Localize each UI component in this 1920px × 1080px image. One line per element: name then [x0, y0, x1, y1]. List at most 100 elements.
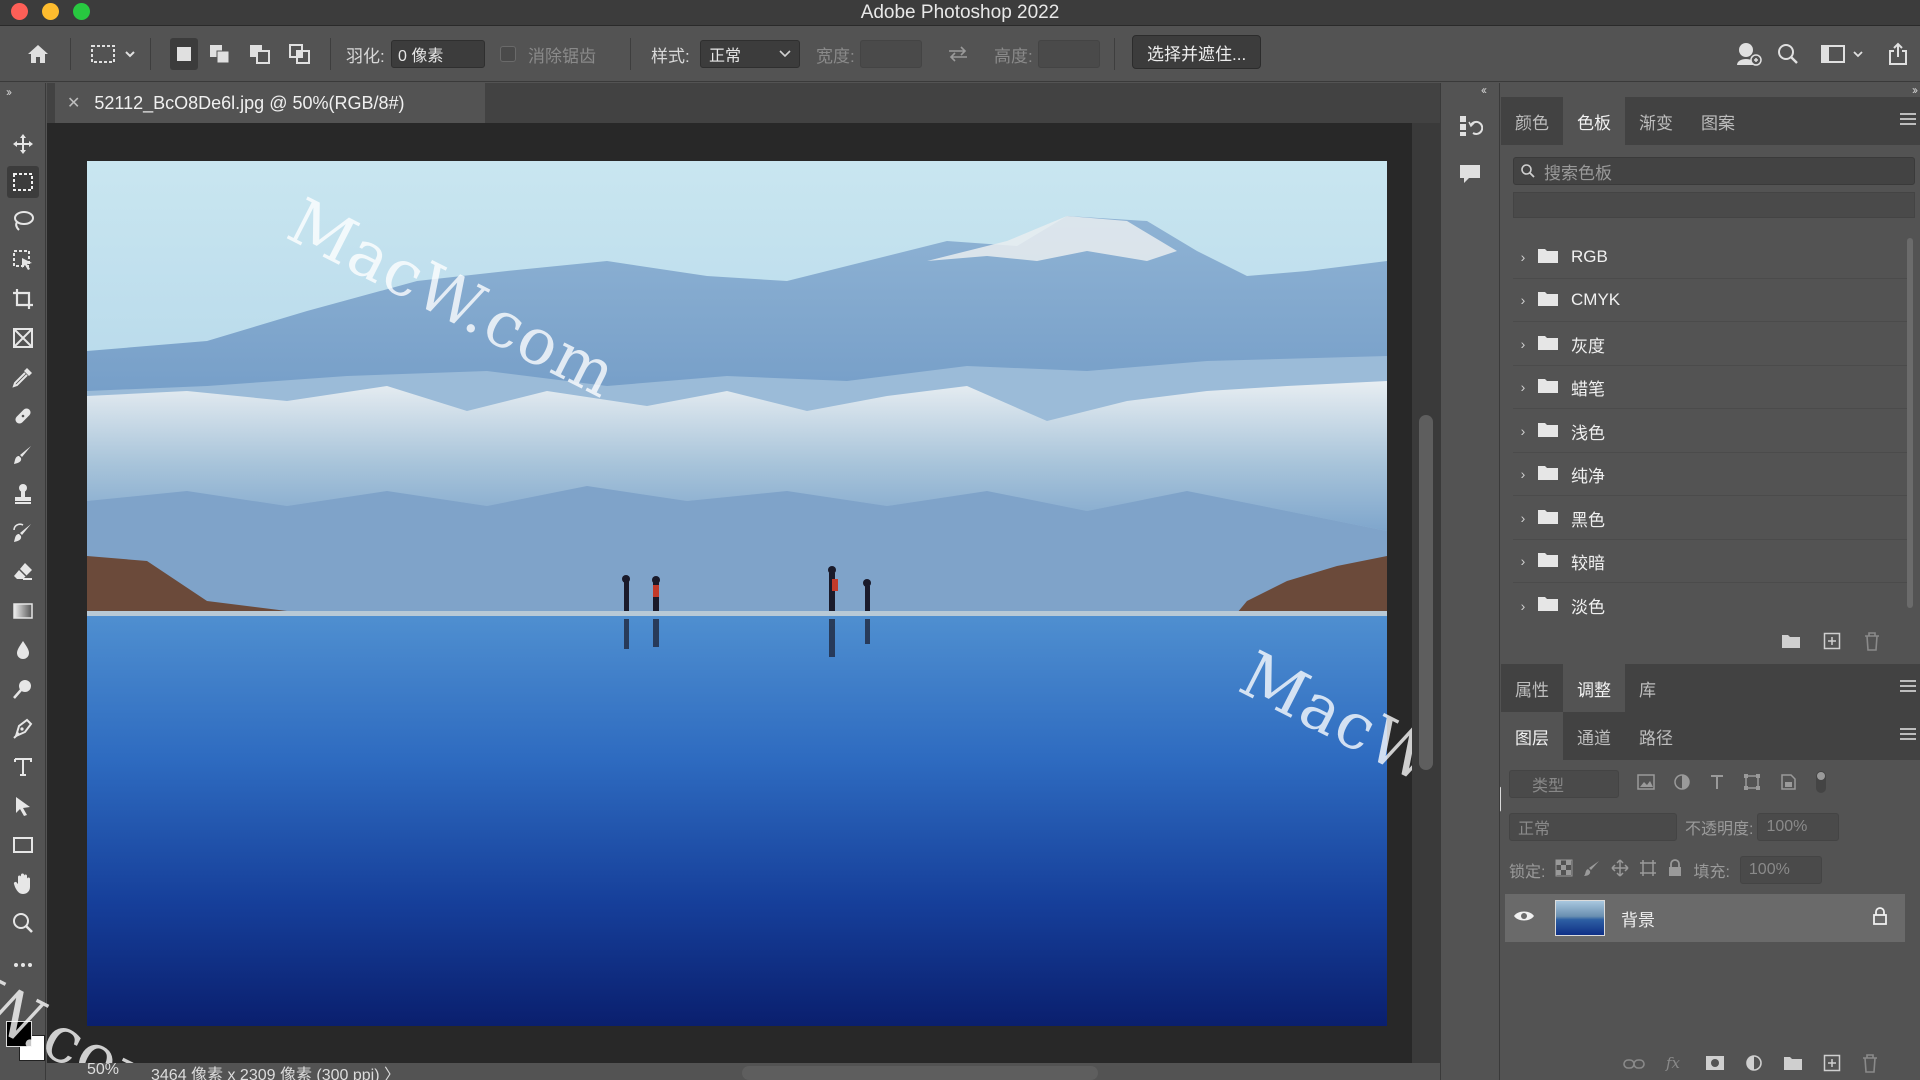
new-layer-button[interactable]: [1823, 1054, 1841, 1077]
swap-dimensions-button[interactable]: [946, 38, 970, 70]
tab-swatches[interactable]: 色板: [1563, 97, 1625, 145]
swatch-group-pale[interactable]: › 淡色: [1513, 584, 1913, 627]
path-selection-tool[interactable]: [7, 790, 39, 822]
new-group-layer-button[interactable]: [1783, 1055, 1803, 1076]
collapse-dock-icon[interactable]: ‹‹: [1481, 83, 1487, 97]
comments-panel-button[interactable]: [1457, 161, 1483, 192]
zoom-level[interactable]: 50%: [87, 1061, 119, 1079]
zoom-tool[interactable]: [7, 907, 39, 939]
document-dimensions[interactable]: 3464 像素 x 2309 像素 (300 ppi) 〉: [151, 1061, 400, 1080]
swatch-group-rgb[interactable]: › RGB: [1513, 236, 1913, 279]
visibility-eye-icon[interactable]: [1513, 908, 1535, 928]
feather-input[interactable]: 0 像素: [391, 40, 485, 68]
layer-name[interactable]: 背景: [1621, 906, 1655, 931]
swatch-search-field[interactable]: 搜索色板: [1513, 157, 1915, 185]
gradient-tool[interactable]: [7, 595, 39, 627]
tab-patterns[interactable]: 图案: [1687, 97, 1749, 145]
filter-toggle-icon[interactable]: [1815, 769, 1827, 800]
swatch-group-light[interactable]: › 浅色: [1513, 410, 1913, 453]
document-tab[interactable]: ✕ 52112_BcO8De6l.jpg @ 50%(RGB/8#): [55, 83, 485, 123]
hand-tool[interactable]: [7, 868, 39, 900]
brush-tool[interactable]: [7, 439, 39, 471]
recent-swatches-strip[interactable]: [1513, 192, 1915, 218]
tab-gradients[interactable]: 渐变: [1625, 97, 1687, 145]
close-document-icon[interactable]: ✕: [67, 93, 80, 113]
rectangular-marquee-tool[interactable]: [7, 166, 39, 198]
image-filter-icon[interactable]: [1637, 773, 1655, 795]
style-select[interactable]: 正常: [700, 40, 800, 68]
dodge-tool[interactable]: [7, 673, 39, 705]
fill-input[interactable]: 100%: [1739, 856, 1822, 884]
height-input[interactable]: [1038, 40, 1100, 68]
link-layers-button[interactable]: [1623, 1056, 1645, 1076]
layer-kind-filter[interactable]: 类型: [1509, 770, 1619, 798]
lock-pixels-icon[interactable]: [1583, 859, 1601, 882]
lock-transparency-icon[interactable]: [1555, 859, 1573, 882]
type-filter-icon[interactable]: [1709, 773, 1725, 796]
opacity-input[interactable]: 100%: [1757, 813, 1840, 841]
delete-swatch-button[interactable]: [1863, 631, 1881, 656]
lock-position-icon[interactable]: [1611, 858, 1629, 882]
vertical-scrollbar[interactable]: [1412, 123, 1440, 1063]
new-selection-button[interactable]: [170, 38, 198, 70]
horizontal-scroll-thumb[interactable]: [742, 1066, 1098, 1080]
tab-libraries[interactable]: 库: [1625, 664, 1670, 712]
type-tool[interactable]: [7, 751, 39, 783]
document-image[interactable]: [87, 161, 1387, 1026]
layer-row-background[interactable]: 背景: [1505, 894, 1905, 942]
select-and-mask-button[interactable]: 选择并遮住...: [1132, 35, 1262, 69]
eraser-tool[interactable]: [7, 556, 39, 588]
move-tool[interactable]: [7, 128, 39, 160]
vertical-scroll-thumb[interactable]: [1419, 415, 1433, 770]
tab-color[interactable]: 颜色: [1501, 97, 1563, 145]
crop-tool[interactable]: [7, 283, 39, 315]
lasso-tool[interactable]: [7, 205, 39, 237]
search-button[interactable]: [1776, 38, 1800, 70]
swatch-group-pastel[interactable]: › 蜡笔: [1513, 366, 1913, 409]
subtract-selection-button[interactable]: [248, 38, 272, 70]
new-swatch-button[interactable]: [1823, 632, 1841, 655]
add-to-selection-button[interactable]: [208, 38, 232, 70]
swatch-group-pure[interactable]: › 纯净: [1513, 453, 1913, 496]
history-brush-tool[interactable]: [7, 517, 39, 549]
object-selection-tool[interactable]: [7, 244, 39, 276]
tab-paths[interactable]: 路径: [1625, 712, 1687, 760]
blur-tool[interactable]: [7, 634, 39, 666]
adjustments-panel-menu-icon[interactable]: [1900, 680, 1916, 695]
search-help-button[interactable]: [1734, 38, 1762, 70]
swatch-group-dark[interactable]: › 较暗: [1513, 540, 1913, 583]
home-button[interactable]: [26, 38, 50, 70]
tab-channels[interactable]: 通道: [1563, 712, 1625, 760]
width-input[interactable]: [860, 40, 922, 68]
swatches-panel-menu-icon[interactable]: [1900, 113, 1916, 128]
clone-stamp-tool[interactable]: [7, 478, 39, 510]
workspace-switcher[interactable]: [1820, 38, 1868, 70]
intersect-selection-button[interactable]: [288, 38, 312, 70]
shape-filter-icon[interactable]: [1743, 773, 1761, 796]
lock-all-icon[interactable]: [1667, 858, 1683, 882]
layers-panel-menu-icon[interactable]: [1900, 728, 1916, 743]
swatch-group-cmyk[interactable]: › CMYK: [1513, 279, 1913, 322]
pen-tool[interactable]: [7, 712, 39, 744]
rectangle-tool[interactable]: [7, 829, 39, 861]
swatch-group-black[interactable]: › 黑色: [1513, 497, 1913, 540]
tab-adjustments[interactable]: 调整: [1563, 664, 1625, 712]
layer-style-button[interactable]: fx: [1665, 1054, 1685, 1076]
new-group-button[interactable]: [1781, 633, 1801, 654]
new-adjustment-layer-button[interactable]: [1745, 1054, 1763, 1077]
collapse-toolbar-icon[interactable]: ››: [6, 85, 12, 99]
history-panel-button[interactable]: [1457, 113, 1484, 144]
tab-layers[interactable]: 图层: [1501, 712, 1563, 760]
adjustment-filter-icon[interactable]: [1673, 773, 1691, 796]
delete-layer-button[interactable]: [1861, 1053, 1879, 1078]
tool-preset-picker[interactable]: [90, 38, 136, 70]
antialias-checkbox[interactable]: [500, 46, 516, 62]
healing-brush-tool[interactable]: [7, 400, 39, 432]
add-mask-button[interactable]: [1705, 1055, 1725, 1076]
swatch-group-grayscale[interactable]: › 灰度: [1513, 323, 1913, 366]
collapse-right-panels-icon[interactable]: ››: [1912, 83, 1918, 97]
tab-properties[interactable]: 属性: [1501, 664, 1563, 712]
lock-artboard-icon[interactable]: [1639, 859, 1657, 882]
swatches-scrollbar[interactable]: [1907, 238, 1913, 608]
blend-mode-select[interactable]: 正常: [1509, 813, 1677, 841]
